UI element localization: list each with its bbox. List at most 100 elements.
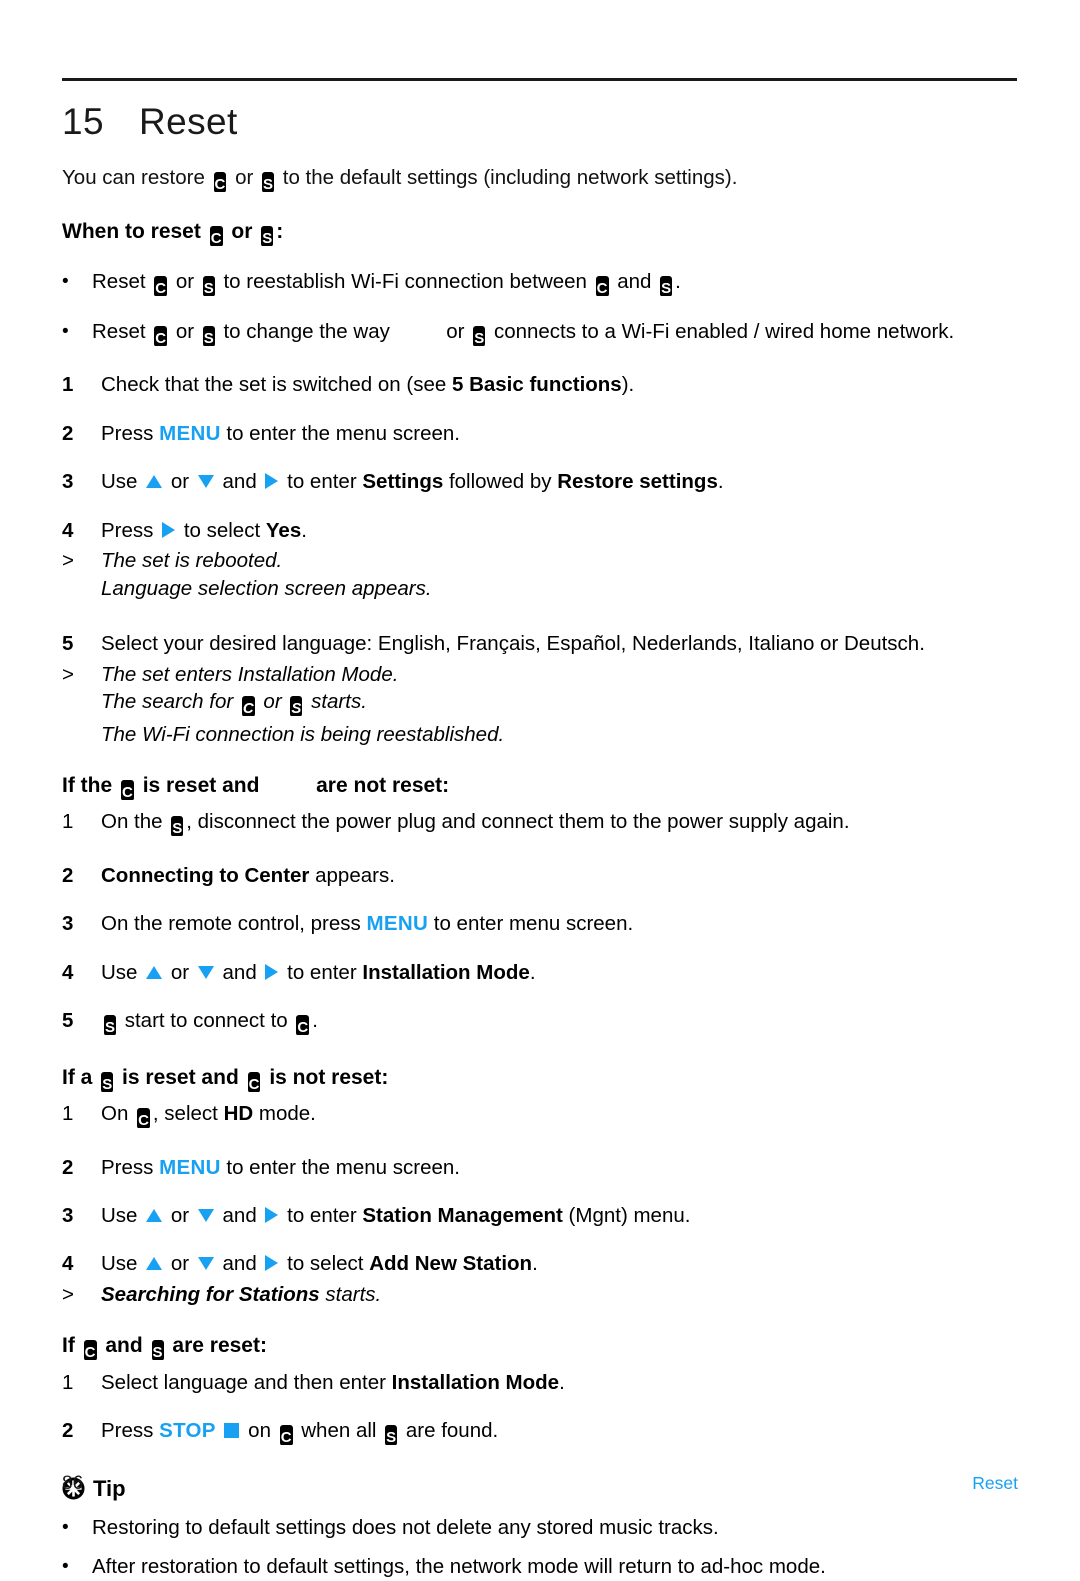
step-text: On the remote control, press MENU to ent…	[101, 910, 1018, 937]
list-item: 2 Press MENU to enter the menu screen.	[62, 1154, 1018, 1181]
step-text: Use or and to enter Settings followed by…	[101, 468, 1018, 495]
step3-bold-2: Restore settings	[557, 470, 718, 494]
center-device-icon: C	[121, 777, 134, 805]
intro-paragraph: You can restore C or S to the default se…	[62, 164, 1018, 196]
result-marker: >	[62, 549, 74, 573]
triangle-right-icon	[265, 1206, 279, 1223]
step-marker: 2	[62, 421, 74, 445]
both-reset-heading-a: If	[62, 1334, 75, 1358]
station-device-icon: S	[202, 323, 215, 350]
step-marker: 4	[62, 1252, 74, 1276]
step-marker: 1	[62, 810, 74, 834]
step2-text-2: to enter the menu screen.	[226, 421, 460, 445]
station-reset-heading-a: If a	[62, 1065, 93, 1089]
br-step1-bold-1: Installation Mode	[391, 1370, 560, 1394]
cr-step2-bold-1: Connecting to Center	[101, 863, 310, 887]
step1-bold-1: 5 Basic functions	[451, 373, 622, 397]
step-marker: 3	[62, 1203, 74, 1227]
step-text: On C, select HD mode.	[101, 1100, 1018, 1132]
header-rule	[62, 78, 1017, 81]
page-footer: 86 Reset	[62, 1473, 1018, 1495]
bullet1-text-2: or	[175, 270, 195, 294]
station-device-icon: S	[261, 223, 274, 251]
both-reset-heading: If C and S are reset:	[62, 1332, 1018, 1365]
center-device-icon: C	[296, 1012, 310, 1039]
step-text: Use or and to select Add New Station.	[101, 1250, 1018, 1277]
cr-step4-text-1: Use	[101, 960, 138, 984]
center-device-icon: C	[213, 169, 227, 196]
sr-step1-bold-1: HD	[223, 1102, 254, 1126]
triangle-right-icon	[162, 521, 176, 538]
center-device-icon: C	[247, 1069, 261, 1097]
center-device-icon: C	[595, 273, 609, 300]
br-step2-text-3: when all	[301, 1419, 377, 1443]
triangle-up-icon	[146, 1257, 163, 1271]
list-item: • Restoring to default settings does not…	[62, 1514, 1018, 1542]
sr-step2-text-2: to enter the menu screen.	[226, 1155, 460, 1179]
step-text: Press MENU to enter the menu screen.	[101, 420, 1018, 447]
station-device-icon: S	[290, 693, 303, 720]
step-text: Press MENU to enter the menu screen.	[101, 1154, 1018, 1181]
step3-text-5: followed by	[448, 470, 552, 494]
result1-line-2: Language selection screen appears.	[101, 576, 432, 600]
sr-step4-text-1: Use	[101, 1252, 138, 1276]
sr-step3-text-2: or	[170, 1203, 190, 1227]
result2-line-3: The Wi-Fi connection is being reestablis…	[101, 722, 505, 746]
cr-step5-text-1: start to connect to	[124, 1009, 288, 1033]
center-icon-label: C	[154, 280, 168, 299]
step-text: S start to connect to C.	[101, 1007, 1018, 1039]
list-item: 3 On the remote control, press MENU to e…	[62, 910, 1018, 937]
bullet2-text-1: Reset	[92, 319, 146, 343]
list-item: 3 Use or and to enter Station Management…	[62, 1202, 1018, 1229]
center-reset-heading-b: is reset and	[142, 774, 260, 798]
station-icon-label: S	[202, 329, 215, 348]
step-text: Press STOP on C when all S are found.	[101, 1417, 1018, 1449]
sr-step1-text-2: , select	[152, 1102, 218, 1126]
step-marker: 4	[62, 960, 74, 984]
sr-step4-text-4: to select	[287, 1252, 364, 1276]
sr-step3-text-4: to enter	[287, 1203, 357, 1227]
step-marker: 5	[62, 1009, 74, 1033]
result-item: > Searching for Stations starts.	[62, 1281, 1018, 1308]
step3-text-3: and	[222, 470, 257, 494]
bullet-text: Reset C or S to change the way or S conn…	[92, 318, 1018, 350]
missing-device-icon	[399, 321, 438, 343]
station-device-icon: S	[473, 323, 486, 350]
list-item: 5 S start to connect to C.	[62, 1007, 1018, 1039]
center-reset-heading-c: are not reset:	[316, 774, 450, 798]
station-device-icon: S	[151, 1337, 164, 1365]
list-item: 4 Press to select Yes.	[62, 517, 1018, 544]
sr-step4-text-3: and	[222, 1252, 257, 1276]
stop-button-label[interactable]: STOP	[159, 1419, 216, 1442]
cr-step4-text-5: .	[529, 960, 536, 984]
menu-button-label[interactable]: MENU	[159, 422, 221, 445]
triangle-down-icon	[197, 1257, 214, 1271]
station-reset-heading-b: is reset and	[122, 1065, 239, 1089]
list-item: 1 Select language and then enter Install…	[62, 1369, 1018, 1396]
when-to-reset-heading-colon: :	[276, 220, 284, 244]
list-item: 1 On C, select HD mode.	[62, 1100, 1018, 1132]
step3-text-6: .	[717, 470, 724, 494]
step3-bold-1: Settings	[362, 470, 444, 494]
list-item: • After restoration to default settings,…	[62, 1553, 1018, 1581]
result-text: The set is rebooted. Language selection …	[101, 547, 1018, 602]
list-item: • Reset C or S to reestablish Wi-Fi conn…	[62, 268, 1018, 300]
step-text: Press to select Yes.	[101, 517, 1018, 544]
cr-step1-text-1: On the	[101, 810, 163, 834]
bullet-marker: •	[62, 320, 69, 342]
br-step2-text-2: on	[248, 1419, 271, 1443]
triangle-down-icon	[197, 475, 214, 489]
both-reset-heading-c: are reset:	[172, 1334, 267, 1358]
result2-line-1: The set enters Installation Mode.	[101, 662, 399, 686]
menu-button-label[interactable]: MENU	[159, 1156, 221, 1179]
station-icon-label: S	[385, 1429, 398, 1448]
menu-button-label[interactable]: MENU	[367, 912, 429, 935]
result-item: > The set enters Installation Mode. The …	[62, 661, 1018, 748]
list-item: 5 Select your desired language: English,…	[62, 630, 1018, 657]
sr-result-bold-1: Searching for Stations	[101, 1282, 320, 1306]
station-device-icon: S	[262, 169, 275, 196]
sr-step4-text-5: .	[532, 1252, 538, 1276]
bullet1-text-3: to reestablish Wi-Fi connection between	[223, 270, 587, 294]
bullet1-text-5: .	[675, 270, 681, 294]
station-icon-label: S	[104, 1019, 117, 1038]
